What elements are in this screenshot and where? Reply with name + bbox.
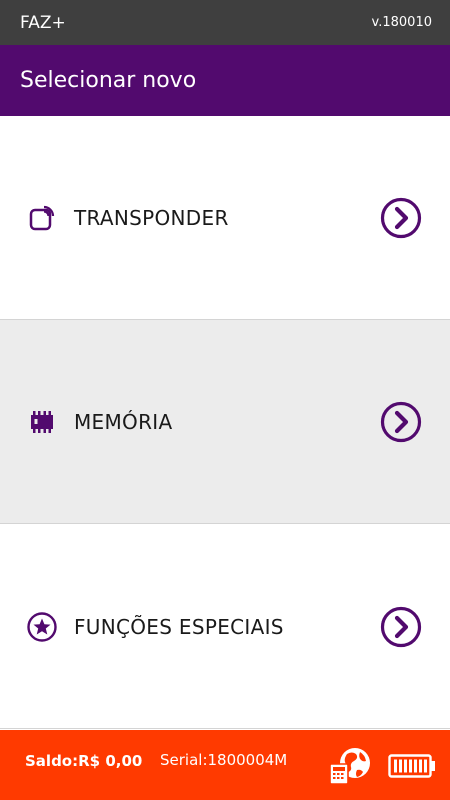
version-label: v.180010 <box>371 15 432 30</box>
saldo-label: Saldo:R$ 0,00 <box>25 752 143 770</box>
title-bar: Selecionar novo <box>0 45 450 116</box>
menu-item-transponder[interactable]: TRANSPONDER <box>0 116 450 320</box>
menu-item-label: TRANSPONDER <box>74 205 229 230</box>
app-name: FAZ+ <box>20 12 66 33</box>
transponder-icon <box>27 203 57 233</box>
menu-item-label: MEMÓRIA <box>74 409 173 434</box>
memory-chip-icon <box>27 407 57 437</box>
battery-icon <box>388 754 435 778</box>
serial-label: Serial:1800004M <box>160 751 288 769</box>
chevron-right-icon[interactable] <box>380 606 422 648</box>
menu-item-label: FUNÇÕES ESPECIAIS <box>74 614 284 639</box>
menu-item-memoria[interactable]: MEMÓRIA <box>0 320 450 524</box>
star-icon <box>27 611 57 642</box>
page-title: Selecionar novo <box>20 68 197 93</box>
chevron-right-icon[interactable] <box>380 197 422 239</box>
chevron-right-icon[interactable] <box>380 401 422 443</box>
status-bar: FAZ+ v.180010 <box>0 0 450 45</box>
globe-network-icon[interactable] <box>327 744 373 786</box>
footer-bar: Saldo:R$ 0,00 Serial:1800004M <box>0 730 450 800</box>
menu-item-funcoes-especiais[interactable]: FUNÇÕES ESPECIAIS <box>0 525 450 729</box>
